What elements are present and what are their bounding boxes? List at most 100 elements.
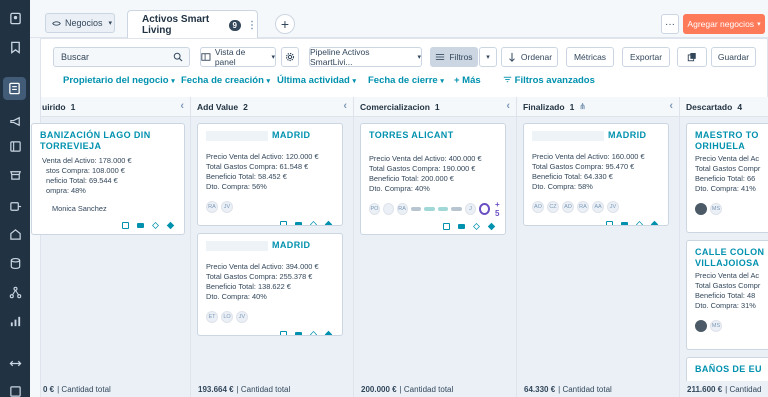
calendar-icon[interactable] [280,220,287,225]
add-view-button[interactable]: + [275,14,295,34]
avatar[interactable]: RA [396,202,408,215]
database-icon[interactable] [7,255,23,271]
collapse-column-icon[interactable]: ‹ [343,100,347,112]
pipeline-select[interactable]: Pipeline Activos SmartLivi... ▾ [309,47,422,67]
task-icon[interactable] [166,221,175,229]
task-icon[interactable] [324,220,333,225]
add-deal-button[interactable]: Agregar negocios ▾ [683,14,765,34]
avatar[interactable]: JV [221,200,233,213]
note-icon[interactable] [310,220,317,225]
filters-dropdown-button[interactable]: ▾ [479,47,497,67]
note-icon[interactable] [473,222,480,230]
deal-title[interactable]: MADRID [524,124,668,152]
avatar[interactable]: CZ [547,200,559,213]
filter-owner[interactable]: Propietario del negocio ▾ [63,75,175,86]
save-view-button[interactable]: Guardar [711,47,756,67]
megaphone-icon[interactable] [7,113,23,129]
deal-title[interactable]: BANIZACIÓN LAGO DIN TORREVIEJA [32,124,184,152]
calendar-icon[interactable] [122,221,129,229]
contacts-icon[interactable] [7,10,23,26]
avatar[interactable]: AA [592,200,604,213]
filters-button[interactable]: Filtros [430,47,478,67]
bookmark-icon[interactable] [7,39,23,55]
calendar-icon[interactable] [280,330,287,335]
avatar[interactable]: RA [577,200,589,213]
avatar[interactable]: AD [562,200,574,213]
deal-card[interactable]: MADRID Precio Venta del Activo: 120.000 … [197,123,343,226]
avatar[interactable]: AO [532,200,544,213]
export-button[interactable]: Exportar [622,47,670,67]
board-view-button[interactable]: Vista de panel ▾ [200,47,276,67]
note-icon[interactable] [152,221,159,229]
menu-icon[interactable] [7,383,23,397]
content-icon[interactable] [7,138,23,154]
deal-title[interactable]: MAESTRO TO ORIHUELA [687,124,768,152]
company-logo-icon[interactable] [424,206,435,211]
avatar[interactable]: MS [710,202,722,215]
avatar[interactable]: PO [369,202,380,215]
note-icon[interactable] [636,220,643,225]
tab-options-icon[interactable]: ⋮ [247,20,257,31]
filter-close-date[interactable]: Fecha de cierre ▾ [368,75,444,86]
column-header[interactable]: Comercializacion 1 ‹ [354,97,516,117]
deal-card[interactable]: TORRES ALICANT Precio Venta del Activo: … [360,123,506,235]
more-filters-link[interactable]: + Más [454,75,481,86]
more-actions-button[interactable]: ··· [661,14,679,34]
task-icon[interactable] [650,220,659,225]
workflows-icon[interactable] [7,284,23,300]
deal-title[interactable]: MADRID [198,124,342,152]
deal-title[interactable]: TORRES ALICANT [361,124,471,152]
automation-icon[interactable] [7,226,23,242]
avatar[interactable]: JV [236,310,248,323]
metrics-button[interactable]: Métricas [566,47,614,67]
filter-created-date[interactable]: Fecha de creación ▾ [181,75,270,86]
task-icon[interactable] [324,330,333,335]
object-switcher[interactable]: Negocios ▾ [45,13,115,33]
deal-title[interactable]: CALLE COLON VILLAJOIOSA [687,241,768,269]
avatar[interactable] [478,202,490,215]
column-header[interactable]: Finalizado 1 ⋔ ‹ [517,97,679,117]
sort-button[interactable]: Ordenar [501,47,558,67]
more-contacts-count[interactable]: + 5 [495,200,505,218]
calendar-icon[interactable] [606,220,613,225]
collapse-column-icon[interactable]: ‹ [669,100,673,112]
task-icon[interactable] [487,222,496,230]
avatar[interactable] [695,202,707,215]
deal-card[interactable]: MADRID Precio Venta del Activo: 160.000 … [523,123,669,226]
company-logo-icon[interactable] [437,206,449,211]
collapse-column-icon[interactable]: ‹ [180,100,184,112]
deals-icon[interactable] [3,77,26,100]
deal-title[interactable]: MADRID [198,234,342,262]
deal-card[interactable]: MADRID Precio Venta del Activo: 394.000 … [197,233,343,336]
email-icon[interactable] [295,331,302,335]
avatar[interactable]: JV [607,200,619,213]
avatar[interactable]: MS [710,319,722,332]
column-header[interactable]: Add Value 2 ‹ [191,97,353,117]
tab-activos-smart-living[interactable]: Activos Smart Living 9 ⋮ [127,10,258,39]
avatar[interactable] [695,319,707,332]
expand-icon[interactable] [7,355,23,371]
board-settings-button[interactable] [281,47,299,67]
avatar[interactable] [382,202,394,215]
commerce-icon[interactable] [7,166,23,182]
deal-card[interactable]: MAESTRO TO ORIHUELA Precio Venta del Ac … [686,123,768,233]
company-logo-icon[interactable] [451,206,463,211]
deal-card[interactable]: BANIZACIÓN LAGO DIN TORREVIEJA Venta del… [31,123,185,235]
column-header[interactable]: Descartado 4 [680,97,768,117]
avatar[interactable]: LO [221,310,233,323]
column-header[interactable]: uirido 1 ‹ [41,97,190,117]
advanced-filters-link[interactable]: Filtros avanzados [503,75,595,86]
email-icon[interactable] [458,223,465,229]
filter-last-activity[interactable]: Última actividad ▾ [277,75,356,86]
avatar[interactable]: RA [206,200,218,213]
service-icon[interactable] [7,198,23,214]
company-logo-icon[interactable] [410,206,422,211]
deal-card[interactable]: CALLE COLON VILLAJOIOSA Precio Venta del… [686,240,768,350]
email-icon[interactable] [621,221,628,225]
duplicate-button[interactable] [677,47,707,67]
calendar-icon[interactable] [443,222,450,230]
email-icon[interactable] [295,221,302,225]
avatar[interactable]: ET [206,310,218,323]
collapse-column-icon[interactable]: ‹ [506,100,510,112]
email-icon[interactable] [137,222,144,228]
